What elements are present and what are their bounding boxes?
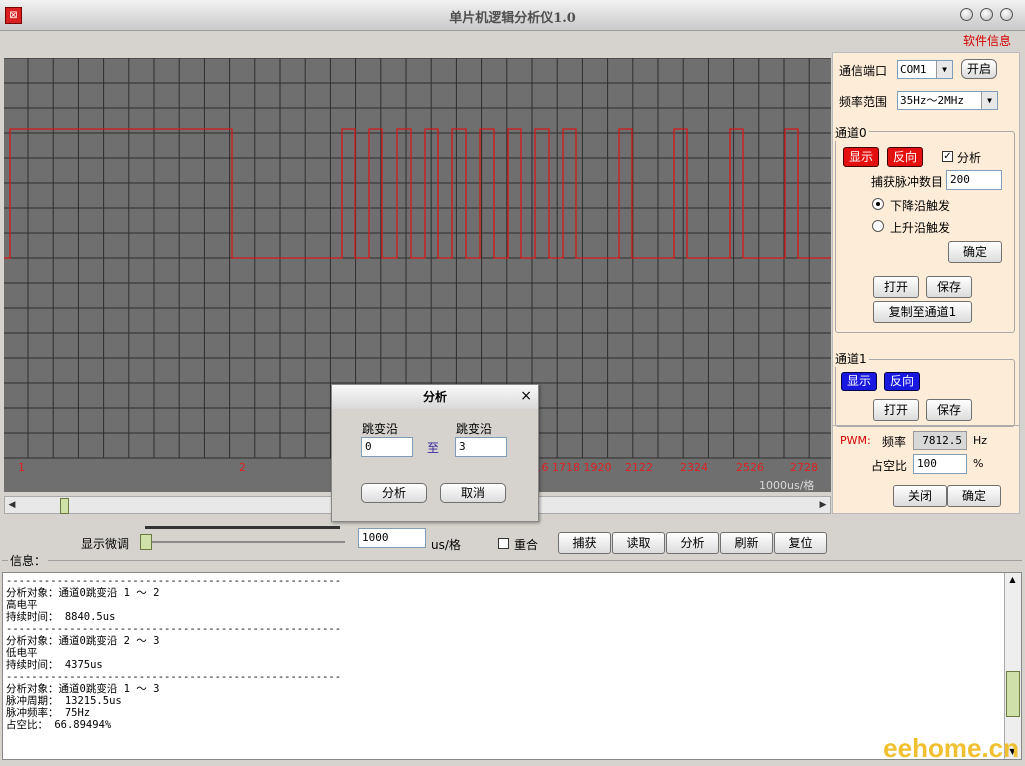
- scale-label: 1000us/格: [759, 479, 815, 492]
- info-divider: [2, 560, 1022, 561]
- to-separator: 至: [427, 441, 440, 455]
- ch0-analyze-checkbox[interactable]: ✓: [942, 151, 953, 162]
- pwm-freq-unit: Hz: [973, 434, 988, 447]
- scroll-left-icon[interactable]: ◀: [5, 497, 19, 513]
- pwm-duty-input[interactable]: 100: [913, 454, 967, 474]
- channel0-title: 通道0: [835, 124, 869, 141]
- pwm-label: PWM:: [840, 434, 871, 447]
- info-scroll-thumb[interactable]: [1006, 671, 1020, 717]
- dialog-close-icon[interactable]: ×: [520, 388, 532, 404]
- freq-range-select[interactable]: 35Hz～2MHz ▼: [897, 91, 998, 110]
- minimize-button[interactable]: [960, 8, 973, 21]
- maximize-button[interactable]: [980, 8, 993, 21]
- edge-label: 2324: [680, 461, 708, 474]
- port-select[interactable]: COM1 ▼: [897, 60, 953, 79]
- ch1-open-button[interactable]: 打开: [873, 399, 919, 421]
- overlap-checkbox[interactable]: [498, 538, 509, 549]
- scale-unit: us/格: [431, 538, 461, 552]
- channel1-title: 通道1: [835, 350, 869, 367]
- info-scrollbar[interactable]: ▲ ▼: [1004, 573, 1021, 759]
- ch0-falling-edge-label: 下降沿触发: [890, 199, 951, 213]
- edge-label: 2122: [625, 461, 653, 474]
- channel1-group: [835, 359, 1015, 427]
- scroll-up-icon[interactable]: ▲: [1005, 573, 1020, 587]
- ch0-falling-edge-radio[interactable]: [872, 198, 884, 210]
- ch1-show-button[interactable]: 显示: [841, 372, 877, 391]
- scrollbar-thumb[interactable]: [60, 498, 69, 514]
- info-label: 信息：: [8, 552, 49, 569]
- ch0-pulse-count-label: 捕获脉冲数目: [871, 175, 944, 189]
- edge-label: 1: [18, 461, 25, 474]
- ch0-invert-button[interactable]: 反向: [887, 147, 923, 167]
- edge-label: 2: [239, 461, 246, 474]
- dialog-title: 分析: [332, 385, 538, 409]
- ch0-open-button[interactable]: 打开: [873, 276, 919, 298]
- freq-range-label: 频率范围: [839, 95, 888, 109]
- ch0-show-button[interactable]: 显示: [843, 147, 879, 167]
- port-label: 通信端口: [839, 64, 888, 78]
- pwm-freq-value: 7812.5: [913, 431, 967, 450]
- analysis-dialog: 分析 × 跳变沿 跳变沿 0 至 3 分析 取消: [331, 384, 539, 522]
- ch1-invert-button[interactable]: 反向: [884, 372, 920, 391]
- menu-software-info[interactable]: 软件信息: [963, 32, 1011, 49]
- read-button[interactable]: 读取: [612, 532, 665, 554]
- info-text: ----------------------------------------…: [6, 575, 342, 731]
- pwm-freq-label: 频率: [882, 435, 907, 449]
- channel0-waveform: [4, 128, 831, 259]
- slider-thumb[interactable]: [140, 534, 152, 550]
- overlap-label: 重合: [514, 538, 539, 552]
- ch0-rising-edge-radio[interactable]: [872, 220, 884, 232]
- watermark: eehome.cn: [883, 733, 1019, 763]
- control-panel: 通信端口 COM1 ▼ 开启 频率范围 35Hz～2MHz ▼ 通道0 显示 反向 …: [832, 52, 1020, 514]
- refresh-button[interactable]: 刷新: [720, 532, 773, 554]
- ch0-pulse-count-input[interactable]: 200: [946, 170, 1002, 190]
- to-edge-label: 跳变沿: [456, 422, 493, 436]
- pwm-duty-unit: %: [973, 457, 984, 470]
- ch0-rising-edge-label: 上升沿触发: [890, 221, 951, 235]
- to-edge-input[interactable]: 3: [455, 437, 507, 457]
- close-button[interactable]: [1000, 8, 1013, 21]
- reset-button[interactable]: 复位: [774, 532, 827, 554]
- ch1-save-button[interactable]: 保存: [926, 399, 972, 421]
- from-edge-label: 跳变沿: [362, 422, 399, 436]
- fine-tune-slider[interactable]: [145, 541, 345, 543]
- edge-label: 2526: [736, 461, 764, 474]
- window-title: 单片机逻辑分析仪1.0: [449, 11, 576, 26]
- ch0-save-button[interactable]: 保存: [926, 276, 972, 298]
- dialog-analyze-button[interactable]: 分析: [361, 483, 427, 503]
- chevron-down-icon: ▼: [936, 61, 952, 78]
- capture-button[interactable]: 捕获: [558, 532, 611, 554]
- pwm-close-button[interactable]: 关闭: [893, 485, 947, 507]
- analyze-button[interactable]: 分析: [666, 532, 719, 554]
- ch0-ok-button[interactable]: 确定: [948, 241, 1002, 263]
- fine-tune-track-top: [145, 526, 340, 529]
- edge-label: 2728: [790, 461, 818, 474]
- ch0-copy-button[interactable]: 复制至通道1: [873, 301, 972, 323]
- dialog-cancel-button[interactable]: 取消: [440, 483, 506, 503]
- from-edge-input[interactable]: 0: [361, 437, 413, 457]
- pwm-divider: [833, 425, 1019, 426]
- open-port-button[interactable]: 开启: [961, 59, 997, 79]
- info-textarea[interactable]: ----------------------------------------…: [2, 572, 1022, 760]
- pwm-duty-label: 占空比: [871, 459, 908, 473]
- title-bar: ⊠ 单片机逻辑分析仪1.0: [0, 0, 1025, 31]
- scale-input[interactable]: 1000: [358, 528, 426, 548]
- pwm-ok-button[interactable]: 确定: [947, 485, 1001, 507]
- ch0-analyze-label: 分析: [957, 151, 982, 165]
- fine-tune-label: 显示微调: [81, 537, 130, 551]
- scroll-right-icon[interactable]: ▶: [816, 497, 830, 513]
- chevron-down-icon: ▼: [981, 92, 997, 109]
